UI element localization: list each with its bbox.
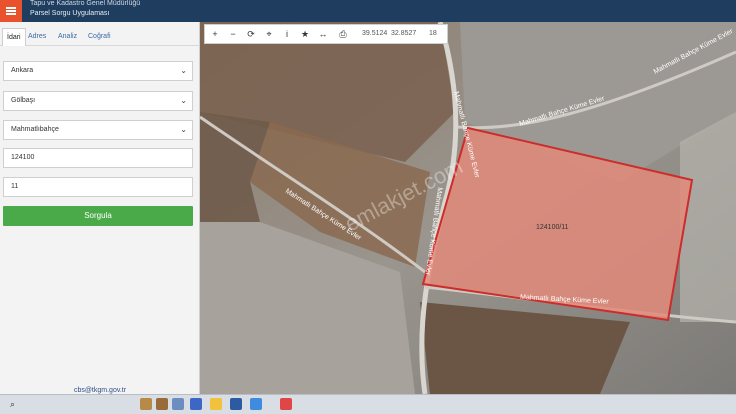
app-icon[interactable] <box>172 398 184 410</box>
measure-icon[interactable]: ↔ <box>315 25 331 43</box>
block-number-input[interactable]: 124100 <box>3 148 193 168</box>
chevron-down-icon: ⌄ <box>180 125 187 134</box>
field-light-right <box>680 112 736 322</box>
hamburger-icon <box>6 7 16 15</box>
tab-idari[interactable]: İdari <box>2 28 26 46</box>
chevron-down-icon: ⌄ <box>180 66 187 75</box>
map-view[interactable]: Mahmatlı Bahçe Küme Evler Mahmatlı Bahçe… <box>200 22 736 394</box>
neighborhood-value: Mahmatlıbahçe <box>11 126 59 133</box>
chevron-down-icon: ⌄ <box>180 96 187 105</box>
neighborhood-select[interactable]: Mahmatlıbahçe ⌄ <box>3 120 193 140</box>
windows-taskbar: ⌕ <box>0 394 736 414</box>
satellite-map: Mahmatlı Bahçe Küme Evler Mahmatlı Bahçe… <box>200 22 736 394</box>
zoom-in-icon[interactable]: + <box>207 25 223 43</box>
contact-email[interactable]: cbs@tkgm.gov.tr <box>0 387 200 394</box>
menu-button[interactable] <box>0 0 22 22</box>
refresh-icon[interactable]: ⟳ <box>243 25 259 43</box>
longitude-readout: 32.8527 <box>391 30 417 37</box>
province-select[interactable]: Ankara ⌄ <box>3 61 193 81</box>
app-icon[interactable] <box>156 398 168 410</box>
organization-title: Tapu ve Kadastro Genel Müdürlüğü <box>30 0 141 7</box>
parcel-number-input[interactable]: 11 <box>3 177 193 197</box>
query-panel: İdari Adres Analiz Coğrafi Ankara ⌄ Gölb… <box>0 22 200 394</box>
folder-icon[interactable] <box>210 398 222 410</box>
info-icon[interactable]: i <box>279 25 295 43</box>
app-header: Tapu ve Kadastro Genel Müdürlüğü Parsel … <box>0 0 736 22</box>
locate-icon[interactable]: ⌖ <box>261 25 277 43</box>
district-select[interactable]: Gölbaşı ⌄ <box>3 91 193 111</box>
app-icon[interactable] <box>140 398 152 410</box>
map-toolbar: + − ⟳ ⌖ i ★ ↔ ⎙ 39.5124 32.8527 18 <box>204 24 448 44</box>
tab-adres[interactable]: Adres <box>24 28 50 46</box>
tab-analiz[interactable]: Analiz <box>54 28 81 46</box>
parcel-label: 124100/11 <box>536 224 569 231</box>
district-value: Gölbaşı <box>11 97 36 104</box>
zoom-level: 18 <box>429 30 437 37</box>
zoom-out-icon[interactable]: − <box>225 25 241 43</box>
search-icon[interactable]: ⌕ <box>10 399 15 410</box>
favorite-icon[interactable]: ★ <box>297 25 313 43</box>
latitude-readout: 39.5124 <box>362 30 388 37</box>
app-icon[interactable] <box>250 398 262 410</box>
province-value: Ankara <box>11 67 34 74</box>
print-icon[interactable]: ⎙ <box>335 25 351 43</box>
edge-icon[interactable] <box>190 398 202 410</box>
screen: Tapu ve Kadastro Genel Müdürlüğü Parsel … <box>0 0 736 414</box>
query-button[interactable]: Sorgula <box>3 206 193 226</box>
app-title: Parsel Sorgu Uygulaması <box>30 10 110 17</box>
app-icon[interactable] <box>230 398 242 410</box>
app-icon[interactable] <box>280 398 292 410</box>
tab-bar: İdari Adres Analiz Coğrafi <box>0 28 200 46</box>
tab-cografi[interactable]: Coğrafi <box>84 28 115 46</box>
